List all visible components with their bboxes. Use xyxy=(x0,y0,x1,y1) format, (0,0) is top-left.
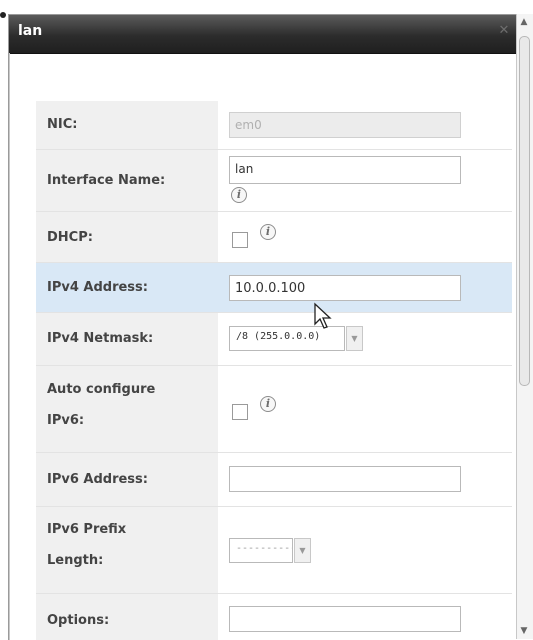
form-row-ipv6-address: IPv6 Address: xyxy=(36,453,512,507)
close-icon[interactable]: ✕ xyxy=(497,24,511,38)
scroll-up-icon[interactable]: ▲ xyxy=(519,16,529,28)
options-label-cell: Options: xyxy=(36,594,218,640)
ipv6-prefix-select[interactable]: ---------- xyxy=(229,538,293,563)
form-row-nic: NIC: xyxy=(36,101,512,150)
info-icon[interactable]: i xyxy=(260,396,276,412)
ipv4-address-label: IPv4 Address: xyxy=(47,280,148,295)
auto-ipv6-label-cell: Auto configure IPv6: xyxy=(36,366,218,452)
nic-label: NIC: xyxy=(47,117,78,132)
mouse-cursor-icon xyxy=(314,302,332,329)
form-row-dhcp: DHCP: i xyxy=(36,212,512,263)
dialog-titlebar[interactable]: lan ✕ xyxy=(9,15,533,54)
interface-name-label-cell: Interface Name: xyxy=(36,150,218,211)
auto-ipv6-checkbox[interactable] xyxy=(232,404,248,420)
dhcp-checkbox[interactable] xyxy=(232,232,248,248)
ipv4-address-label-cell: IPv4 Address: xyxy=(36,263,218,312)
form-row-auto-ipv6: Auto configure IPv6: i xyxy=(36,366,512,453)
options-input[interactable] xyxy=(229,606,461,632)
interface-name-label: Interface Name: xyxy=(47,173,166,188)
ipv6-prefix-label-cell: IPv6 Prefix Length: xyxy=(36,507,218,593)
chevron-down-icon[interactable]: ▼ xyxy=(294,538,311,563)
dialog-title: lan xyxy=(18,23,43,39)
ipv6-prefix-label-line1: IPv6 Prefix xyxy=(47,522,127,537)
dialog-border xyxy=(9,53,10,640)
options-label: Options: xyxy=(47,613,110,628)
form-row-interface-name: Interface Name: i xyxy=(36,150,512,212)
ipv4-netmask-label-cell: IPv4 Netmask: xyxy=(36,313,218,365)
ipv6-prefix-label-line2: Length: xyxy=(47,553,104,568)
info-icon[interactable]: i xyxy=(260,224,276,240)
chevron-down-icon[interactable]: ▼ xyxy=(346,326,363,351)
nic-label-cell: NIC: xyxy=(36,101,218,149)
nic-field xyxy=(229,112,461,138)
info-icon[interactable]: i xyxy=(231,187,247,203)
form-row-ipv4-address: IPv4 Address: xyxy=(36,263,512,313)
dhcp-label: DHCP: xyxy=(47,230,93,245)
form-row-ipv4-netmask: IPv4 Netmask: /8 (255.0.0.0) ▼ xyxy=(36,313,512,366)
ipv6-address-input[interactable] xyxy=(229,466,461,492)
scroll-down-icon[interactable]: ▼ xyxy=(519,625,529,637)
page-text-fragment xyxy=(0,0,533,6)
dialog-scrollbar[interactable]: ▲ ▼ xyxy=(516,14,533,639)
ipv6-address-label: IPv6 Address: xyxy=(47,472,148,487)
auto-ipv6-label-line1: Auto configure xyxy=(47,382,156,397)
interface-name-input[interactable] xyxy=(229,156,461,184)
ipv4-netmask-label: IPv4 Netmask: xyxy=(47,331,154,346)
ipv4-address-input[interactable] xyxy=(229,275,461,301)
scroll-thumb[interactable] xyxy=(519,36,530,386)
form-row-ipv6-prefix-length: IPv6 Prefix Length: ---------- ▼ xyxy=(36,507,512,594)
interface-form: NIC: Interface Name: i DHCP: i IPv4 Addr… xyxy=(36,101,512,640)
interface-edit-dialog: lan ✕ NIC: Interface Name: i DHCP: i xyxy=(8,14,533,640)
bullet-marker xyxy=(0,12,6,18)
auto-ipv6-label-line2: IPv6: xyxy=(47,413,85,428)
ipv6-address-label-cell: IPv6 Address: xyxy=(36,453,218,506)
dhcp-label-cell: DHCP: xyxy=(36,212,218,262)
form-row-options: Options: xyxy=(36,594,512,640)
